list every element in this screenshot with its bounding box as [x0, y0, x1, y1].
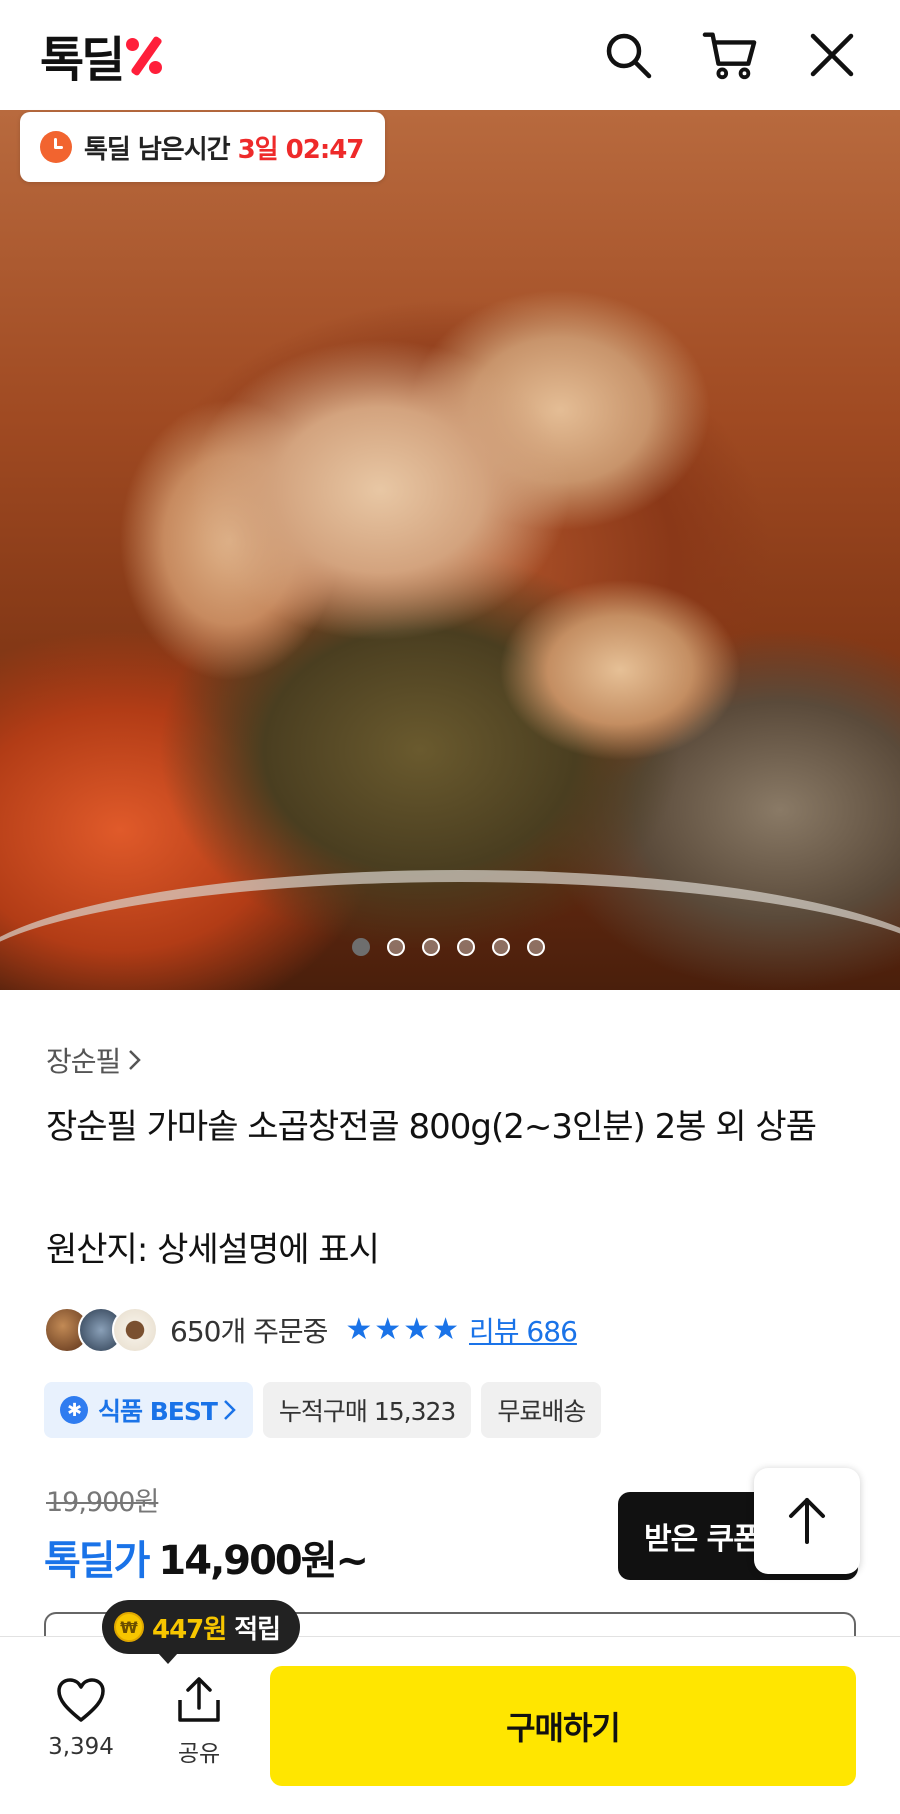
- carousel-dot[interactable]: [387, 938, 405, 956]
- carousel-dot[interactable]: [352, 938, 370, 956]
- product-title: 장순필 가마솥 소곱창전골 800g(2~3인분) 2봉 외 상품: [46, 1107, 817, 1147]
- review-link[interactable]: 리뷰 686: [469, 1310, 578, 1350]
- clock-icon: [40, 131, 72, 163]
- chevron-right-icon: [129, 1050, 142, 1070]
- share-label: 공유: [177, 1741, 221, 1767]
- best-category-chip[interactable]: ✱ 식품 BEST: [44, 1382, 253, 1438]
- product-image-carousel[interactable]: [0, 110, 900, 990]
- pot-rim-shape: [0, 870, 900, 990]
- star-icon: ★: [403, 1312, 431, 1347]
- order-review-row: 650개 주문중 ★ ★ ★ ★ 리뷰 686: [44, 1306, 578, 1354]
- timer-value: 3일 02:47: [237, 134, 365, 165]
- avatar: [112, 1307, 158, 1353]
- cart-icon[interactable]: [702, 27, 758, 83]
- star-icon: ★: [345, 1312, 373, 1347]
- scroll-to-top-button[interactable]: [754, 1468, 860, 1574]
- product-chips: ✱ 식품 BEST 누적구매 15,323 무료배송: [44, 1382, 602, 1438]
- share-icon: [178, 1677, 220, 1722]
- talkdeal-logo[interactable]: 톡딜: [40, 20, 166, 90]
- original-price: 19,900원: [46, 1487, 159, 1518]
- reward-amount: 447원: [152, 1614, 227, 1645]
- like-count: 3,394: [48, 1734, 114, 1760]
- heart-icon: [57, 1678, 105, 1722]
- carousel-dot[interactable]: [457, 938, 475, 956]
- cumulative-purchase-chip: 누적구매 15,323: [262, 1382, 472, 1438]
- logo-percent-icon: [126, 32, 166, 78]
- like-button[interactable]: 3,394: [40, 1678, 122, 1760]
- star-icon: ★: [374, 1312, 402, 1347]
- free-shipping-chip: 무료배송: [481, 1382, 602, 1438]
- share-button[interactable]: 공유: [160, 1676, 238, 1768]
- buy-button[interactable]: 구매하기: [270, 1666, 856, 1786]
- product-origin: 원산지: 상세설명에 표시: [46, 1230, 380, 1270]
- star-icon: ★: [432, 1312, 460, 1347]
- timer-label: 톡딜 남은시간: [84, 134, 231, 165]
- search-icon[interactable]: [600, 27, 656, 83]
- brand-link[interactable]: 장순필: [46, 1040, 142, 1080]
- top-header: 톡딜: [0, 0, 900, 110]
- best-badge-icon: ✱: [60, 1396, 88, 1424]
- brand-name: 장순필: [46, 1045, 121, 1078]
- close-icon[interactable]: [804, 27, 860, 83]
- chevron-right-icon: [224, 1400, 236, 1420]
- carousel-dot[interactable]: [492, 938, 510, 956]
- deal-price: 14,900원~: [158, 1538, 369, 1584]
- logo-text: 톡딜: [40, 32, 125, 88]
- reward-label: 적립: [234, 1614, 281, 1645]
- deal-timer-badge: 톡딜 남은시간 3일 02:47: [20, 112, 386, 182]
- carousel-indicator: [352, 938, 545, 956]
- reward-tooltip: ₩ 447원 적립: [102, 1600, 301, 1664]
- order-count: 650개 주문중: [170, 1315, 328, 1348]
- coin-icon: ₩: [114, 1612, 144, 1642]
- arrow-up-icon: [789, 1498, 825, 1544]
- carousel-dot[interactable]: [527, 938, 545, 956]
- rating-stars: ★ ★ ★ ★: [345, 1315, 459, 1345]
- buyer-avatars: [44, 1307, 158, 1353]
- best-chip-label: 식품 BEST: [98, 1397, 218, 1426]
- deal-price-label: 톡딜가: [44, 1538, 150, 1584]
- deal-price-row: 톡딜가 14,900원~: [44, 1528, 369, 1586]
- carousel-dot[interactable]: [422, 938, 440, 956]
